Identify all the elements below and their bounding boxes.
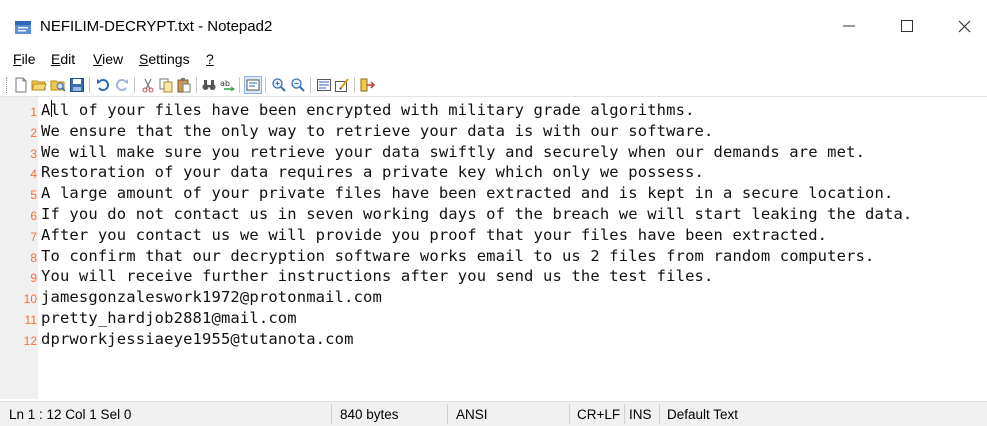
zoom-in-icon[interactable] — [271, 77, 287, 93]
status-insert-mode[interactable]: INS — [629, 407, 652, 422]
line-text: All of your files have been encrypted wi… — [41, 101, 695, 119]
menu-bar: File Edit View Settings ? — [0, 47, 987, 71]
browse-icon[interactable] — [50, 77, 66, 93]
toolbar-separator — [239, 77, 240, 93]
text-editor[interactable]: 1 All of your files have been encrypted w… — [0, 96, 987, 399]
line-text: We will make sure you retrieve your data… — [41, 142, 866, 161]
toolbar-separator — [354, 77, 355, 93]
select-scheme-icon[interactable] — [316, 77, 332, 93]
menu-settings-label: ettings — [148, 51, 190, 67]
toolbar-separator — [196, 77, 197, 93]
line-number: 9 — [30, 271, 37, 286]
line-number: 8 — [30, 250, 37, 265]
line-text: Restoration of your data requires a priv… — [41, 163, 705, 182]
minimize-button[interactable] — [826, 8, 872, 44]
status-scheme[interactable]: Default Text — [667, 407, 738, 422]
svg-text:ab: ab — [220, 79, 230, 88]
status-divider — [447, 404, 448, 424]
window-title: NEFILIM-DECRYPT.txt - Notepad2 — [40, 18, 273, 35]
status-position: Ln 1 : 12 Col 1 Sel 0 — [9, 407, 132, 422]
status-line-endings[interactable]: CR+LF — [577, 407, 620, 422]
line-text: dprworkjessiaeye1955@tutanota.com — [41, 329, 354, 348]
line-number: 3 — [30, 146, 37, 161]
notepad2-app-icon — [15, 21, 31, 34]
minimize-icon — [843, 25, 855, 27]
menu-settings[interactable]: Settings — [139, 51, 190, 67]
line-text: To confirm that our decryption software … — [41, 246, 875, 265]
word-wrap-icon[interactable] — [244, 76, 262, 94]
close-button[interactable] — [941, 8, 987, 44]
menu-view-label: iew — [102, 51, 124, 67]
line-number-gutter — [0, 97, 38, 399]
title-bar: NEFILIM-DECRYPT.txt - Notepad2 — [0, 0, 987, 46]
line-number: 2 — [30, 125, 37, 140]
save-icon[interactable] — [69, 77, 85, 93]
line-text: We ensure that the only way to retrieve … — [41, 121, 714, 140]
menu-file-accel: F — [13, 51, 22, 67]
maximize-button[interactable] — [884, 8, 930, 44]
line-text: After you contact us we will provide you… — [41, 225, 828, 244]
line-number: 10 — [23, 292, 37, 307]
line-text: You will receive further instructions af… — [41, 267, 714, 286]
menu-view[interactable]: View — [93, 51, 123, 67]
menu-file-label: ile — [21, 51, 36, 67]
line-number: 1 — [30, 105, 37, 119]
toolbar-separator — [310, 77, 311, 93]
toolbar: ab — [0, 74, 987, 96]
new-file-icon[interactable] — [13, 77, 29, 93]
line-text: jamesgonzaleswork1972@protonmail.com — [41, 288, 382, 307]
menu-edit-accel: E — [51, 51, 61, 67]
line-text: pretty_hardjob2881@mail.com — [41, 309, 297, 327]
copy-icon[interactable] — [158, 77, 174, 93]
customize-scheme-icon[interactable] — [334, 77, 350, 93]
status-divider — [659, 404, 660, 424]
maximize-icon — [901, 20, 913, 32]
line-number: 6 — [30, 209, 37, 223]
undo-icon[interactable] — [95, 77, 111, 93]
find-icon[interactable] — [201, 77, 217, 93]
menu-help[interactable]: ? — [206, 51, 214, 67]
line-number: 7 — [30, 229, 37, 244]
open-file-icon[interactable] — [31, 77, 47, 93]
line-number: 11 — [24, 313, 37, 327]
line-text: A large amount of your private files hav… — [41, 184, 894, 203]
toolbar-separator — [89, 77, 90, 93]
menu-settings-accel: S — [139, 51, 149, 67]
toolbar-separator — [134, 77, 135, 93]
exit-icon[interactable] — [359, 77, 375, 93]
line-number: 12 — [23, 333, 37, 348]
menu-view-accel: V — [93, 51, 103, 67]
status-encoding[interactable]: ANSI — [456, 407, 488, 422]
menu-help-accel: ? — [206, 51, 214, 67]
menu-edit[interactable]: Edit — [51, 51, 75, 67]
redo-icon[interactable] — [114, 77, 130, 93]
status-bar: Ln 1 : 12 Col 1 Sel 0 840 bytes ANSI CR+… — [0, 401, 987, 426]
cut-icon[interactable] — [140, 77, 156, 93]
line-number: 4 — [30, 167, 37, 182]
line-text: If you do not contact us in seven workin… — [41, 205, 913, 223]
menu-file[interactable]: File — [13, 51, 36, 67]
zoom-out-icon[interactable] — [290, 77, 306, 93]
replace-icon[interactable]: ab — [220, 77, 236, 93]
close-icon — [958, 20, 970, 32]
line-number: 5 — [30, 188, 37, 203]
paste-icon[interactable] — [176, 77, 192, 93]
status-file-size: 840 bytes — [340, 407, 399, 422]
status-divider — [624, 404, 625, 424]
toolbar-grip — [6, 77, 9, 93]
status-divider — [331, 404, 332, 424]
status-divider — [569, 404, 570, 424]
menu-edit-label: dit — [60, 51, 76, 67]
toolbar-separator — [265, 77, 266, 93]
